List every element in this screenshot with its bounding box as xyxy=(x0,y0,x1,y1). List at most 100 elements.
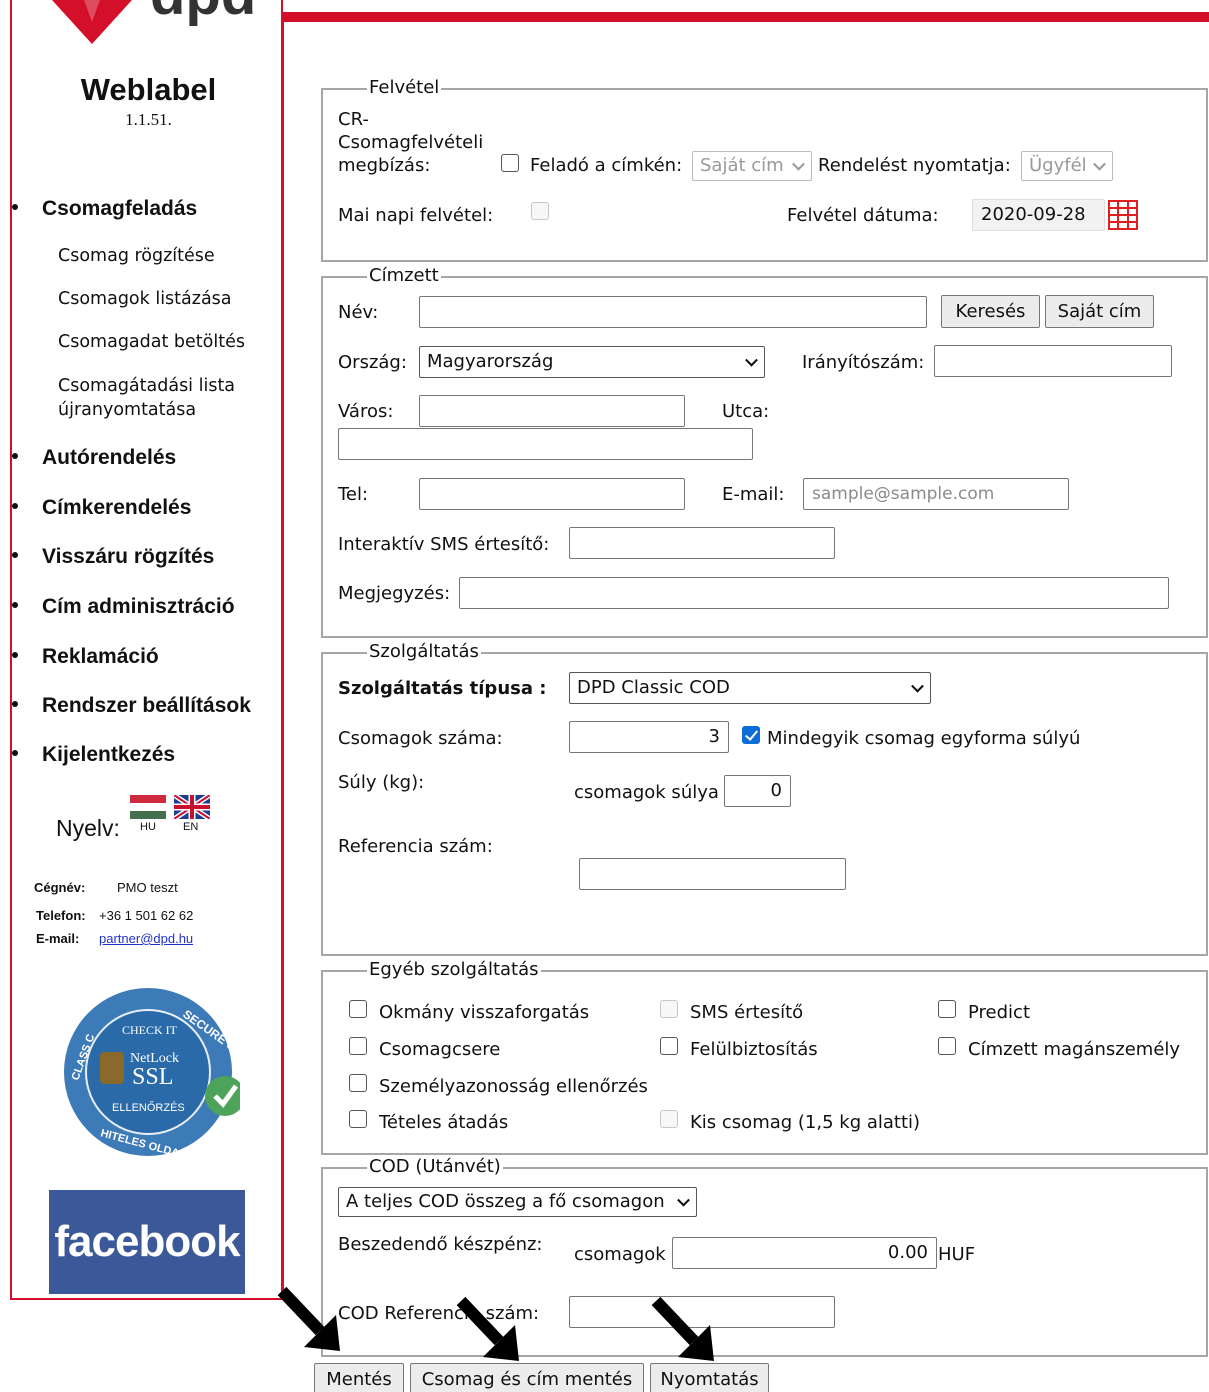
netlock-ssl-badge[interactable]: SECURE SITE CLASS C CHECK IT NetLock SSL… xyxy=(60,986,254,1162)
legend-egyeb: Egyéb szolgáltatás xyxy=(367,959,541,980)
felvetel-datum-field[interactable]: 2020-09-28 xyxy=(972,199,1105,231)
menu-csomagatadasi-lista[interactable]: Csomagátadási lista újranyomtatása xyxy=(58,374,258,422)
varos-input[interactable] xyxy=(419,395,685,427)
okmany-checkbox[interactable] xyxy=(349,1000,367,1018)
teteles-atadas-checkbox[interactable] xyxy=(349,1110,367,1128)
csomagok-sulya-input[interactable]: 0 xyxy=(724,775,791,807)
facebook-logo[interactable]: facebook xyxy=(49,1190,245,1294)
arrow-annotation-icon xyxy=(651,1297,714,1361)
rendeles-select[interactable]: Ügyfél xyxy=(1021,151,1113,181)
szolg-tipus-select[interactable]: DPD Classic COD xyxy=(569,672,931,704)
svg-text:dpd: dpd xyxy=(150,0,256,27)
company-phone: +36 1 501 62 62 xyxy=(99,908,194,923)
felado-select-value: Saját cím xyxy=(700,155,784,176)
szolg-tipus-label: Szolgáltatás típusa : xyxy=(338,678,547,699)
orszag-select-value: Magyarország xyxy=(427,351,554,372)
currency-label: HUF xyxy=(938,1244,976,1265)
chevron-down-icon xyxy=(745,353,758,367)
menu-reklamacio[interactable]: Reklamáció xyxy=(12,645,159,669)
szolg-tipus-value: DPD Classic COD xyxy=(577,677,730,698)
sajat-cim-button[interactable]: Saját cím xyxy=(1045,295,1154,328)
app-title: Weblabel xyxy=(80,72,217,107)
felulbiztositas-checkbox[interactable] xyxy=(660,1037,678,1055)
mentes-button[interactable]: Mentés xyxy=(314,1363,404,1392)
egyforma-suly-label: Mindegyik csomag egyforma súlyú xyxy=(767,728,1081,749)
arrow-annotation-icon xyxy=(277,1287,340,1351)
kereses-button[interactable]: Keresés xyxy=(941,295,1040,328)
hu-flag-icon[interactable] xyxy=(130,795,166,819)
legend-cimzett: Címzett xyxy=(367,265,441,286)
iranyitoszam-label: Irányítószám: xyxy=(802,352,925,373)
top-red-bar xyxy=(283,12,1209,22)
varos-label: Város: xyxy=(338,401,394,422)
legend-szolgaltatas: Szolgáltatás xyxy=(367,641,481,662)
menu-rendszer-beallitasok[interactable]: Rendszer beállítások xyxy=(12,694,251,718)
app-version: 1.1.51. xyxy=(125,110,172,129)
sms-ertesito-label: SMS értesítő xyxy=(690,1002,804,1023)
company-email-link[interactable]: partner@dpd.hu xyxy=(99,931,193,946)
menu-csomagok-listazasa[interactable]: Csomagok listázása xyxy=(58,287,232,311)
company-phone-label: Telefon: xyxy=(36,908,86,923)
menu-cim-adminisztracio[interactable]: Cím adminisztráció xyxy=(12,595,235,619)
referencia-input[interactable] xyxy=(579,858,846,890)
kis-csomag-checkbox[interactable] xyxy=(660,1110,678,1128)
uk-flag-icon[interactable] xyxy=(174,795,210,819)
utca-label: Utca: xyxy=(722,401,770,422)
menu-csomagfeladas[interactable]: Csomagfeladás xyxy=(12,197,197,221)
menu-kijelentkezes[interactable]: Kijelentkezés xyxy=(12,743,175,767)
cod-amount-input[interactable]: 0.00 xyxy=(672,1237,937,1269)
teteles-atadas-label: Tételes átadás xyxy=(379,1112,509,1133)
email-input[interactable]: sample@sample.com xyxy=(803,478,1069,510)
predict-checkbox[interactable] xyxy=(938,1000,956,1018)
utca-input[interactable] xyxy=(338,428,753,460)
orszag-select[interactable]: Magyarország xyxy=(419,346,765,378)
csomagcsere-checkbox[interactable] xyxy=(349,1037,367,1055)
megjegyzes-label: Megjegyzés: xyxy=(338,583,451,604)
predict-label: Predict xyxy=(968,1002,1030,1023)
mai-napi-checkbox[interactable] xyxy=(531,202,549,220)
tel-input[interactable] xyxy=(419,478,685,510)
felado-select[interactable]: Saját cím xyxy=(692,151,812,181)
chevron-down-icon xyxy=(677,1193,690,1207)
cod-mode-select[interactable]: A teljes COD összeg a fő csomagon xyxy=(338,1187,697,1217)
menu-autorendeles[interactable]: Autórendelés xyxy=(12,446,176,470)
okmany-label: Okmány visszaforgatás xyxy=(379,1002,590,1023)
csomagok-szama-input[interactable]: 3 xyxy=(569,721,729,753)
referencia-label: Referencia szám: xyxy=(338,836,493,857)
maganszemely-checkbox[interactable] xyxy=(938,1037,956,1055)
rendeles-label: Rendelést nyomtatja: xyxy=(818,155,1011,176)
nev-input[interactable] xyxy=(419,296,927,328)
suly-label: Súly (kg): xyxy=(338,772,425,793)
cr-label: CR- Csomagfelvételi megbízás: xyxy=(338,109,484,176)
menu-cimkerendeles[interactable]: Címkerendelés xyxy=(12,496,191,520)
arrow-annotation-icon xyxy=(456,1297,519,1361)
badge-check-text: CHECK IT xyxy=(122,1023,178,1037)
megjegyzes-input[interactable] xyxy=(459,577,1169,609)
szemelyazonossag-label: Személyazonosság ellenőrzés xyxy=(379,1076,648,1097)
maganszemely-label: Címzett magánszemély xyxy=(968,1039,1181,1060)
legend-felvetel: Felvétel xyxy=(367,77,442,98)
sms-input[interactable] xyxy=(569,527,835,559)
csomagcsere-label: Csomagcsere xyxy=(379,1039,501,1060)
rendeles-select-value: Ügyfél xyxy=(1029,155,1087,176)
calendar-icon[interactable] xyxy=(1108,200,1138,230)
beszedendo-label: Beszedendő készpénz: xyxy=(338,1234,543,1255)
badge-ssl-text: SSL xyxy=(132,1064,173,1090)
chevron-down-icon xyxy=(911,679,924,693)
sms-ertesito-checkbox[interactable] xyxy=(660,1000,678,1018)
orszag-label: Ország: xyxy=(338,352,407,373)
mai-napi-label: Mai napi felvétel: xyxy=(338,205,494,226)
company-name: PMO teszt xyxy=(117,880,178,895)
egyforma-suly-checkbox[interactable] xyxy=(742,726,760,744)
language-label: Nyelv: xyxy=(56,815,120,841)
en-flag-label: EN xyxy=(183,821,199,833)
szemelyazonossag-checkbox[interactable] xyxy=(349,1074,367,1092)
badge-ellenorzes-text: ELLENŐRZÉS xyxy=(112,1100,185,1114)
felado-checkbox[interactable] xyxy=(501,154,519,172)
dpd-logo[interactable]: dpd xyxy=(32,0,282,50)
menu-visszaru-rogzites[interactable]: Visszáru rögzítés xyxy=(12,545,214,569)
iranyitoszam-input[interactable] xyxy=(934,345,1172,377)
menu-csomag-rogzitese[interactable]: Csomag rögzítése xyxy=(58,244,215,268)
kis-csomag-label: Kis csomag (1,5 kg alatti) xyxy=(690,1112,921,1133)
menu-csomagadat-betoltes[interactable]: Csomagadat betöltés xyxy=(58,330,245,354)
